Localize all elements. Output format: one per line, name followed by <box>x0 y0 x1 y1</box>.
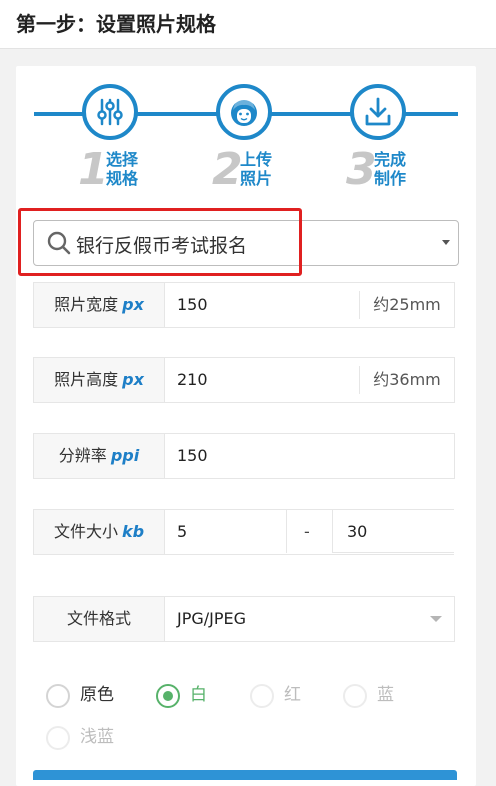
page-header: 第一步：设置照片规格 <box>0 0 496 49</box>
file-format-label: 文件格式 <box>34 597 165 641</box>
radio-dot[interactable] <box>46 726 70 750</box>
step-2: 2 上传 照片 <box>194 84 294 204</box>
radio-dot[interactable] <box>46 684 70 708</box>
step-label-line2: 制作 <box>374 169 407 188</box>
resolution-label-text: 分辨率 <box>58 446 107 465</box>
step-label: 上传 照片 <box>240 150 290 188</box>
step-label-line1: 选择 <box>106 150 139 169</box>
step-1: 1 选择 规格 <box>60 84 160 204</box>
photo-height-label: 照片高度 px <box>34 358 165 402</box>
radio-dot[interactable] <box>250 684 274 708</box>
range-separator: - <box>304 522 310 541</box>
step-number: 1 <box>78 144 109 195</box>
file-format-row: 文件格式 JPG/JPEG <box>33 596 455 642</box>
face-icon <box>216 84 272 140</box>
chevron-down-icon[interactable] <box>430 616 442 622</box>
photo-height-row: 照片高度 px 210 约36mm <box>33 357 455 403</box>
filesize-min-input[interactable]: 5 <box>177 510 187 554</box>
filesize-max-input[interactable]: 30 <box>332 509 454 553</box>
step-label-line2: 规格 <box>106 169 139 188</box>
submit-button[interactable] <box>33 770 457 780</box>
sliders-icon <box>82 84 138 140</box>
step-3: 3 完成 制作 <box>328 84 428 204</box>
step-label-line1: 上传 <box>240 150 273 169</box>
unit-label: px <box>122 295 144 314</box>
photo-height-input[interactable]: 210 <box>177 358 208 402</box>
download-icon <box>350 84 406 140</box>
photo-width-mm: 约25mm <box>359 291 454 319</box>
resolution-row: 分辨率 ppi 150 <box>33 433 455 479</box>
unit-label: ppi <box>110 446 140 465</box>
step-progress: 1 选择 规格 2 上传 照片 3 完成 制作 <box>16 66 476 206</box>
unit-label: kb <box>121 522 145 541</box>
photo-width-input[interactable]: 150 <box>177 283 208 327</box>
filesize-row: 文件大小 kb 5 - 30 <box>33 509 454 555</box>
step-label-line1: 完成 <box>374 150 407 169</box>
radio-dot[interactable] <box>156 684 180 708</box>
photo-height-mm: 约36mm <box>359 366 454 394</box>
settings-card: 1 选择 规格 2 上传 照片 3 完成 制作 银行反假币考试报名 照片宽度 p… <box>16 66 476 786</box>
radio-dot[interactable] <box>343 684 367 708</box>
highlight-box <box>18 208 302 276</box>
photo-height-label-text: 照片高度 <box>54 370 119 389</box>
resolution-label: 分辨率 ppi <box>34 434 165 478</box>
step-label: 选择 规格 <box>106 150 156 188</box>
step-number: 3 <box>346 144 377 195</box>
radio-label: 蓝 <box>377 685 394 705</box>
filesize-label-text: 文件大小 <box>53 522 118 541</box>
unit-label: px <box>122 370 144 389</box>
photo-width-label-text: 照片宽度 <box>54 295 119 314</box>
dropdown-caret-icon[interactable] <box>442 240 450 245</box>
radio-label: 浅蓝 <box>80 727 114 747</box>
background-color-options: 原色 白 红 蓝 浅蓝 <box>46 682 466 762</box>
radio-label: 红 <box>284 685 301 705</box>
step-label: 完成 制作 <box>374 150 424 188</box>
resolution-input[interactable]: 150 <box>177 434 208 478</box>
page-title: 第一步：设置照片规格 <box>16 12 216 36</box>
filesize-label: 文件大小 kb <box>34 510 165 554</box>
file-format-select[interactable]: JPG/JPEG <box>177 597 246 641</box>
radio-label: 原色 <box>80 685 114 705</box>
photo-width-label: 照片宽度 px <box>34 283 165 327</box>
step-number: 2 <box>212 144 243 195</box>
radio-label: 白 <box>190 685 207 705</box>
step-label-line2: 照片 <box>240 169 273 188</box>
photo-width-row: 照片宽度 px 150 约25mm <box>33 282 455 328</box>
